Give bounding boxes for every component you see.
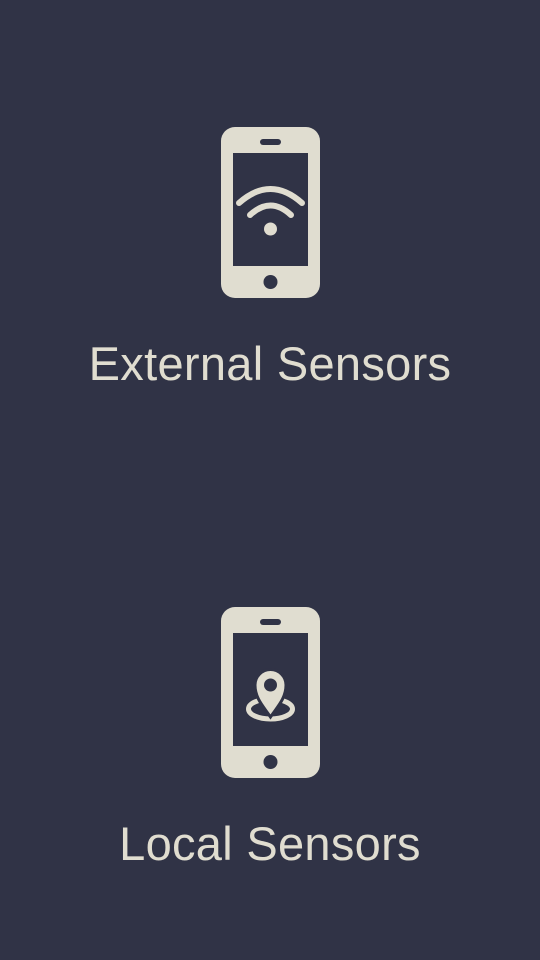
local-sensors-option[interactable]: Local Sensors — [0, 480, 540, 960]
sensor-selection-screen: External Sensors Local Sensors — [0, 0, 540, 960]
external-sensors-label: External Sensors — [88, 337, 452, 390]
local-sensors-label: Local Sensors — [119, 817, 421, 870]
phone-wifi-icon — [221, 127, 320, 298]
external-sensors-option[interactable]: External Sensors — [0, 0, 540, 480]
phone-location-icon — [221, 607, 320, 778]
